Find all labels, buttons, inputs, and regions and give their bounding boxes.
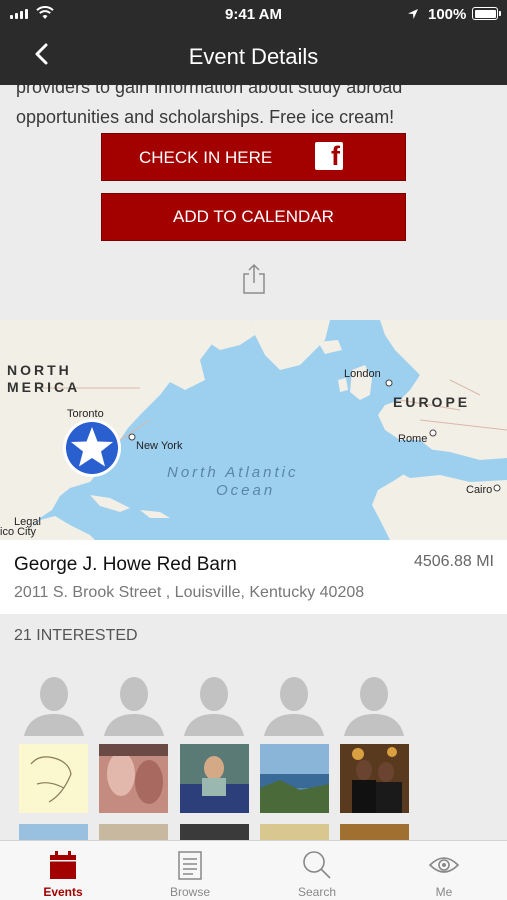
calendar-icon [50,851,76,879]
avatar-photo[interactable] [260,744,329,813]
map-label-new-york: New York [136,440,183,452]
event-map[interactable]: NORTH MERICA Toronto New York London EUR… [0,320,507,540]
map-label-north: NORTH [7,362,72,378]
add-to-calendar-label: ADD TO CALENDAR [173,207,334,226]
venue-name: George J. Howe Red Barn [14,554,237,575]
map-label-cairo: Cairo [466,484,493,496]
map-label-mexico-city: ico City [0,526,37,538]
avatar[interactable] [102,672,166,736]
avatar[interactable] [262,672,326,736]
avatar[interactable] [22,672,86,736]
facebook-icon: f [315,141,343,171]
check-in-label: CHECK IN HERE [139,148,273,167]
tab-label: Browse [169,885,210,899]
tab-label: Me [435,885,453,899]
interested-count: 21 INTERESTED [14,627,138,644]
tab-label: Search [297,885,337,899]
status-bar: 9:41 AM 100% [0,0,507,28]
venue-address: 2011 S. Brook Street , Louisville, Kentu… [14,584,365,601]
avatar-photo[interactable] [99,744,168,813]
tab-bar: Events Browse Search Me [0,840,507,900]
add-to-calendar-button[interactable]: ADD TO CALENDAR [101,193,406,241]
description-line-2: opportunities and scholarships. Free ice… [16,107,395,127]
location-arrow-icon [407,7,419,25]
page-title: Event Details [188,44,319,69]
map-label-ocean-2: Ocean [216,482,276,499]
battery-percent: 100% [428,6,467,23]
eye-icon [428,857,460,873]
avatar[interactable] [182,672,246,736]
tab-browse[interactable]: Browse [140,841,240,900]
avatar-photo[interactable] [180,744,249,813]
map-label-london: London [344,368,381,380]
share-icon[interactable] [241,263,267,300]
tab-me[interactable]: Me [394,841,494,900]
avatar-photo[interactable] [340,744,409,813]
avatar[interactable] [342,672,406,736]
avatar-photo[interactable] [19,744,88,813]
venue-distance: 4506.88 MI [413,553,494,570]
venue-card[interactable]: George J. Howe Red Barn 4506.88 MI 2011 … [0,540,507,614]
map-label-europe: EUROPE [393,394,471,410]
map-label-rome: Rome [398,433,428,445]
map-label-ocean-1: North Atlantic [167,464,299,481]
document-icon [178,851,202,880]
navigation-bar: 9:41 AM 100% Event Details [0,0,507,85]
tab-events[interactable]: Events [13,841,113,900]
map-label-america: MERICA [7,379,81,395]
tab-search[interactable]: Search [267,841,367,900]
location-pin-icon[interactable] [62,418,122,478]
battery-icon [472,7,501,20]
tab-label: Events [43,885,83,899]
check-in-button[interactable]: CHECK IN HERE f [101,133,406,181]
search-icon [303,851,331,879]
